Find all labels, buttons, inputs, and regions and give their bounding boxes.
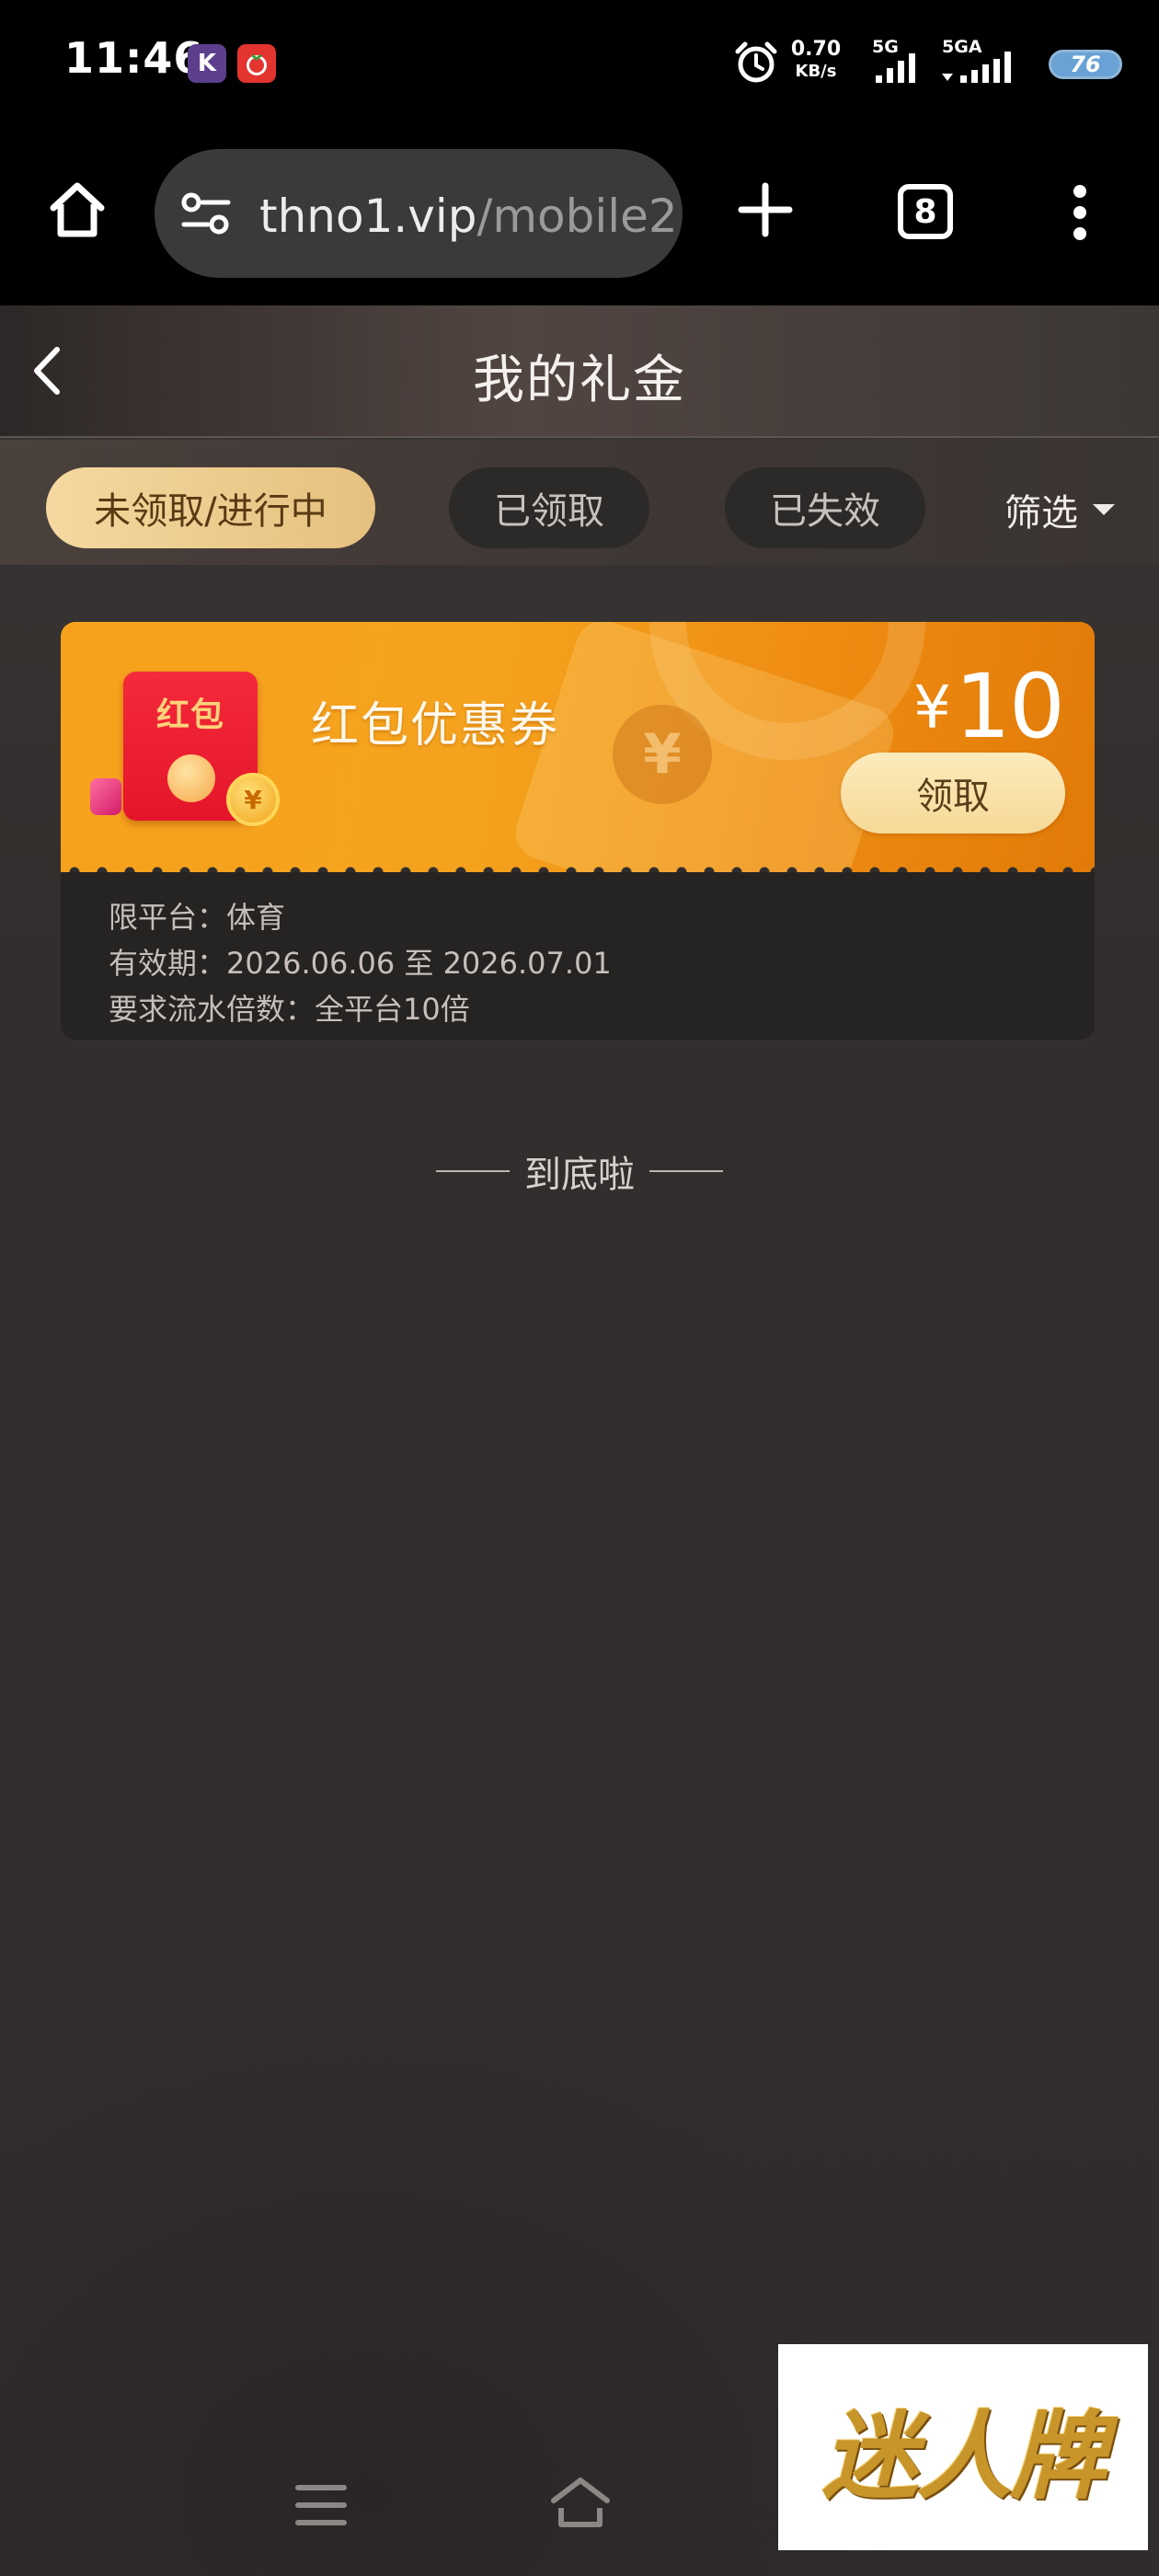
platform-restriction: 限平台：体育 [109, 900, 286, 935]
more-menu-icon[interactable] [1069, 184, 1091, 247]
url-host: thno1.vip [259, 190, 477, 243]
net-speed-value: 0.70 [790, 38, 842, 61]
caret-down-icon [1093, 504, 1115, 515]
status-tabs: 未领取/进行中 已领取 已失效 筛选 [0, 440, 1159, 565]
page-title: 我的礼金 [473, 351, 686, 410]
gift-icon [90, 778, 121, 815]
coupon-amount: ¥10 [913, 655, 1065, 758]
yen-coin-icon: ¥ [226, 773, 280, 826]
tab-claimed[interactable]: 已领取 [449, 467, 649, 548]
battery-indicator: 76 [1049, 50, 1122, 79]
site-settings-icon[interactable] [180, 190, 232, 241]
page-header: 我的礼金 [0, 305, 1159, 438]
coupon-card: ¥ 红包 ¥ 红包优惠券 ¥10 领取 限平台：体育 有效期：2026.06.0… [61, 622, 1095, 1040]
status-bar: 11:46 K 0.70 KB/s 5G 5GA 76 [0, 0, 1159, 136]
signal-1-label: 5G [872, 37, 899, 57]
divider-left [436, 1170, 510, 1172]
filter-label: 筛选 [1004, 492, 1078, 535]
signal-1-icon: 5G [866, 37, 927, 90]
gift-page: 我的礼金 未领取/进行中 已领取 已失效 筛选 ¥ 红包 ¥ 红包优惠券 ¥10… [0, 305, 1159, 2576]
net-speed-unit: KB/s [795, 62, 837, 81]
coupon-details: 限平台：体育 有效期：2026.06.06 至 2026.07.01 要求流水倍… [61, 872, 1095, 1040]
recent-apps-icon[interactable] [294, 2482, 348, 2532]
coupon-title: 红包优惠券 [311, 698, 560, 753]
tab-switcher-button[interactable]: 8 [898, 184, 953, 239]
divider-right [649, 1170, 723, 1172]
red-packet-seal [167, 754, 215, 802]
watermark-logo: 迷人牌 [778, 2344, 1148, 2550]
tomato-app-icon [237, 44, 276, 83]
status-icons: 0.70 KB/s 5G 5GA 76 [644, 35, 1122, 90]
new-tab-icon[interactable] [736, 180, 795, 243]
kuaishou-app-icon: K [188, 44, 226, 83]
tab-expired[interactable]: 已失效 [725, 467, 925, 548]
end-of-list-text: 到底啦 [524, 1154, 635, 1196]
filter-button[interactable]: 筛选 [1004, 484, 1115, 535]
network-speed: 0.70 KB/s [786, 39, 846, 83]
tab-unclaimed[interactable]: 未领取/进行中 [46, 467, 375, 548]
address-bar[interactable]: thno1.vip/mobile2 [155, 149, 683, 278]
url-path: /mobile2 [476, 190, 678, 243]
currency-symbol: ¥ [913, 674, 951, 742]
red-packet-label: 红包 [155, 696, 224, 734]
end-of-list: 到底啦 [0, 1144, 1159, 1198]
system-home-icon[interactable] [548, 2475, 613, 2534]
alarm-icon [732, 39, 780, 90]
claim-button[interactable]: 领取 [841, 753, 1065, 834]
signal-2-label: 5GA [942, 37, 982, 57]
url-text[interactable]: thno1.vip/mobile2 [259, 190, 678, 243]
amount-value: 10 [954, 655, 1065, 758]
red-packet-icon: 红包 ¥ [90, 668, 280, 834]
watermark-text: 迷人牌 [821, 2398, 1106, 2513]
status-time: 11:46 [64, 33, 204, 83]
turnover-requirement: 要求流水倍数：全平台10倍 [109, 992, 470, 1027]
coupon-header: ¥ 红包 ¥ 红包优惠券 ¥10 领取 [61, 622, 1095, 872]
signal-2-icon: 5GA [938, 37, 1030, 90]
validity-period: 有效期：2026.06.06 至 2026.07.01 [109, 946, 612, 981]
browser-toolbar: thno1.vip/mobile2 8 [0, 136, 1159, 305]
yen-coin-decor-icon: ¥ [613, 705, 712, 804]
home-icon[interactable] [46, 178, 109, 245]
